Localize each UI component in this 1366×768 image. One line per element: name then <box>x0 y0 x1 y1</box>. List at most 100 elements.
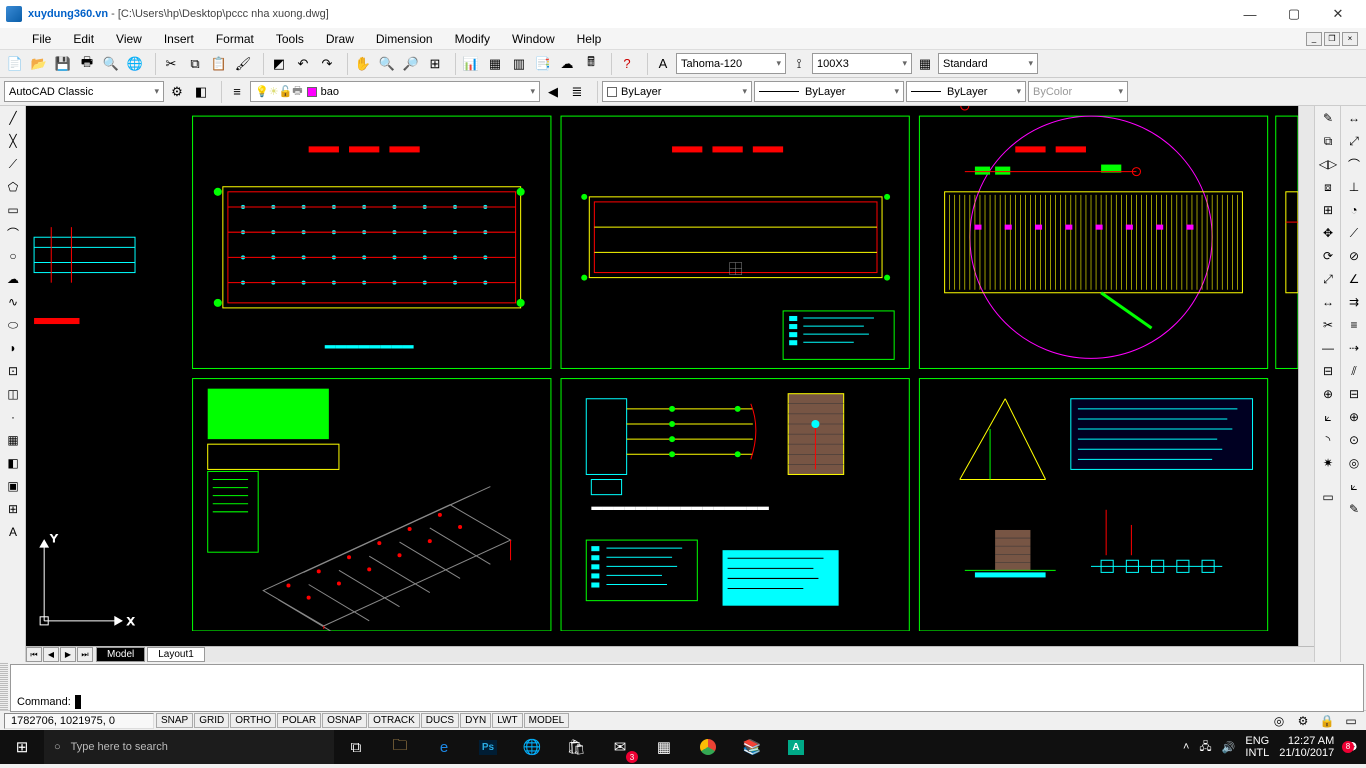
gradient-icon[interactable]: ◧ <box>2 453 24 473</box>
design-center-icon[interactable]: ▦ <box>484 53 506 75</box>
stretch-icon[interactable]: ↔ <box>1317 292 1339 312</box>
scrollbar-vertical[interactable] <box>1298 106 1314 646</box>
sheet-set-icon[interactable]: 📑 <box>532 53 554 75</box>
menu-edit[interactable]: Edit <box>63 30 104 48</box>
dim-space-icon[interactable]: ⫽ <box>1343 361 1365 381</box>
move-icon[interactable]: ✥ <box>1317 223 1339 243</box>
print-icon[interactable]: 🖶 <box>76 53 98 75</box>
new-icon[interactable]: 📄 <box>4 53 26 75</box>
lock-ui-icon[interactable]: 🔒 <box>1316 711 1338 731</box>
fillet-icon[interactable]: ◝ <box>1317 430 1339 450</box>
revcloud-icon[interactable]: ☁ <box>2 269 24 289</box>
menu-format[interactable]: Format <box>206 30 264 48</box>
layer-prev-icon[interactable]: ◀ <box>542 81 564 103</box>
save-icon[interactable]: 💾 <box>52 53 74 75</box>
trim-icon[interactable]: ✂ <box>1317 315 1339 335</box>
dim-jogged-icon[interactable]: ⟋ <box>1343 223 1365 243</box>
mtext-icon[interactable]: A <box>2 522 24 542</box>
zoom-window-icon[interactable]: ⊞ <box>424 53 446 75</box>
rotate-icon[interactable]: ⟳ <box>1317 246 1339 266</box>
maximize-button[interactable]: ▢ <box>1272 0 1316 28</box>
dim-angular-icon[interactable]: ∠ <box>1343 269 1365 289</box>
layer-manager-icon[interactable]: ≡ <box>226 81 248 103</box>
search-box[interactable]: ○ Type here to search <box>44 730 334 764</box>
dim-linear-jog-icon[interactable]: ⟀ <box>1343 476 1365 496</box>
model-space[interactable]: X Y <box>26 106 1298 646</box>
winrar-icon[interactable]: 📚 <box>730 730 774 764</box>
notifications-icon[interactable]: 💬8 <box>1344 741 1358 754</box>
toggle-ducs[interactable]: DUCS <box>421 713 459 728</box>
menu-help[interactable]: Help <box>567 30 612 48</box>
copy-obj-icon[interactable]: ⧉ <box>1317 131 1339 151</box>
browser-icon[interactable]: 🌐 <box>510 730 554 764</box>
table-icon[interactable]: ⊞ <box>2 499 24 519</box>
annotation-visibility-icon[interactable]: ⚙ <box>1292 711 1314 731</box>
block-insert-icon[interactable]: ⊡ <box>2 361 24 381</box>
toggle-snap[interactable]: SNAP <box>156 713 193 728</box>
workspace-lock-icon[interactable]: ◧ <box>190 81 212 103</box>
tab-model[interactable]: Model <box>96 647 145 662</box>
scale-icon[interactable]: ⤢ <box>1317 269 1339 289</box>
dim-ord-icon[interactable]: ⊥ <box>1343 177 1365 197</box>
ellipse-arc-icon[interactable]: ◗ <box>2 338 24 358</box>
erase-icon[interactable]: ✎ <box>1317 108 1339 128</box>
copy-icon[interactable]: ⧉ <box>184 53 206 75</box>
tolerance-icon[interactable]: ⊕ <box>1343 407 1365 427</box>
menu-tools[interactable]: Tools <box>266 30 314 48</box>
hatch-icon[interactable]: ▦ <box>2 430 24 450</box>
circle-icon[interactable]: ○ <box>2 246 24 266</box>
xline-icon[interactable]: ╳ <box>2 131 24 151</box>
mdi-minimize[interactable]: _ <box>1306 32 1322 46</box>
menu-insert[interactable]: Insert <box>154 30 204 48</box>
layer-state-icon[interactable]: ≣ <box>566 81 588 103</box>
layer-combo[interactable]: 💡☀🔓🖶 bao▾ <box>250 81 540 102</box>
toggle-model[interactable]: MODEL <box>524 713 570 728</box>
close-button[interactable]: ✕ <box>1316 0 1360 28</box>
pan-icon[interactable]: ✋ <box>352 53 374 75</box>
textstyle-icon[interactable]: A <box>652 53 674 75</box>
region-icon[interactable]: ▣ <box>2 476 24 496</box>
text-style-combo[interactable]: Tahoma-120▾ <box>676 53 786 74</box>
rectangle-icon[interactable]: ▭ <box>2 200 24 220</box>
command-resize-handle[interactable] <box>0 662 8 710</box>
explorer-icon[interactable]: 🗀 <box>378 730 422 764</box>
layer-color-icon[interactable]: ▭ <box>1317 487 1339 507</box>
polygon-icon[interactable]: ⬠ <box>2 177 24 197</box>
join-icon[interactable]: ⊕ <box>1317 384 1339 404</box>
command-line[interactable]: Command: <box>11 693 1363 711</box>
task-view-icon[interactable]: ⧉ <box>334 730 378 764</box>
plot-preview-icon[interactable]: 🔍 <box>100 53 122 75</box>
app-icon-1[interactable]: ▦ <box>642 730 686 764</box>
dim-baseline-icon[interactable]: ≡ <box>1343 315 1365 335</box>
workspace-combo[interactable]: AutoCAD Classic▾ <box>4 81 164 102</box>
workspace-settings-icon[interactable]: ⚙ <box>166 81 188 103</box>
zoom-prev-icon[interactable]: 🔎 <box>400 53 422 75</box>
dim-quick-icon[interactable]: ⇉ <box>1343 292 1365 312</box>
clock[interactable]: 12:27 AM 21/10/2017 <box>1279 735 1334 759</box>
dim-edit-icon[interactable]: ✎ <box>1343 499 1365 519</box>
point-icon[interactable]: · <box>2 407 24 427</box>
pline-icon[interactable]: ⟋ <box>2 154 24 174</box>
menu-window[interactable]: Window <box>502 30 565 48</box>
chrome-icon[interactable] <box>686 730 730 764</box>
mdi-restore[interactable]: ❐ <box>1324 32 1340 46</box>
color-combo[interactable]: ByLayer▾ <box>602 81 752 102</box>
menu-modify[interactable]: Modify <box>445 30 500 48</box>
spline-icon[interactable]: ∿ <box>2 292 24 312</box>
tab-first-icon[interactable]: ⏮ <box>26 647 42 662</box>
tab-next-icon[interactable]: ▶ <box>60 647 76 662</box>
tab-last-icon[interactable]: ⏭ <box>77 647 93 662</box>
annotation-scale-icon[interactable]: ◎ <box>1268 711 1290 731</box>
arc-icon[interactable]: ⌒ <box>2 223 24 243</box>
menu-dimension[interactable]: Dimension <box>366 30 443 48</box>
network-icon[interactable]: 🖧 <box>1199 738 1211 757</box>
chamfer-icon[interactable]: ⟀ <box>1317 407 1339 427</box>
mdi-close[interactable]: × <box>1342 32 1358 46</box>
toggle-otrack[interactable]: OTRACK <box>368 713 420 728</box>
offset-icon[interactable]: ⧈ <box>1317 177 1339 197</box>
tablestyle-icon[interactable]: ▦ <box>914 53 936 75</box>
centermark-icon[interactable]: ⊙ <box>1343 430 1365 450</box>
language-indicator[interactable]: ENG INTL <box>1245 735 1269 759</box>
menu-draw[interactable]: Draw <box>316 30 364 48</box>
dimstyle-icon[interactable]: ⟟ <box>788 53 810 75</box>
